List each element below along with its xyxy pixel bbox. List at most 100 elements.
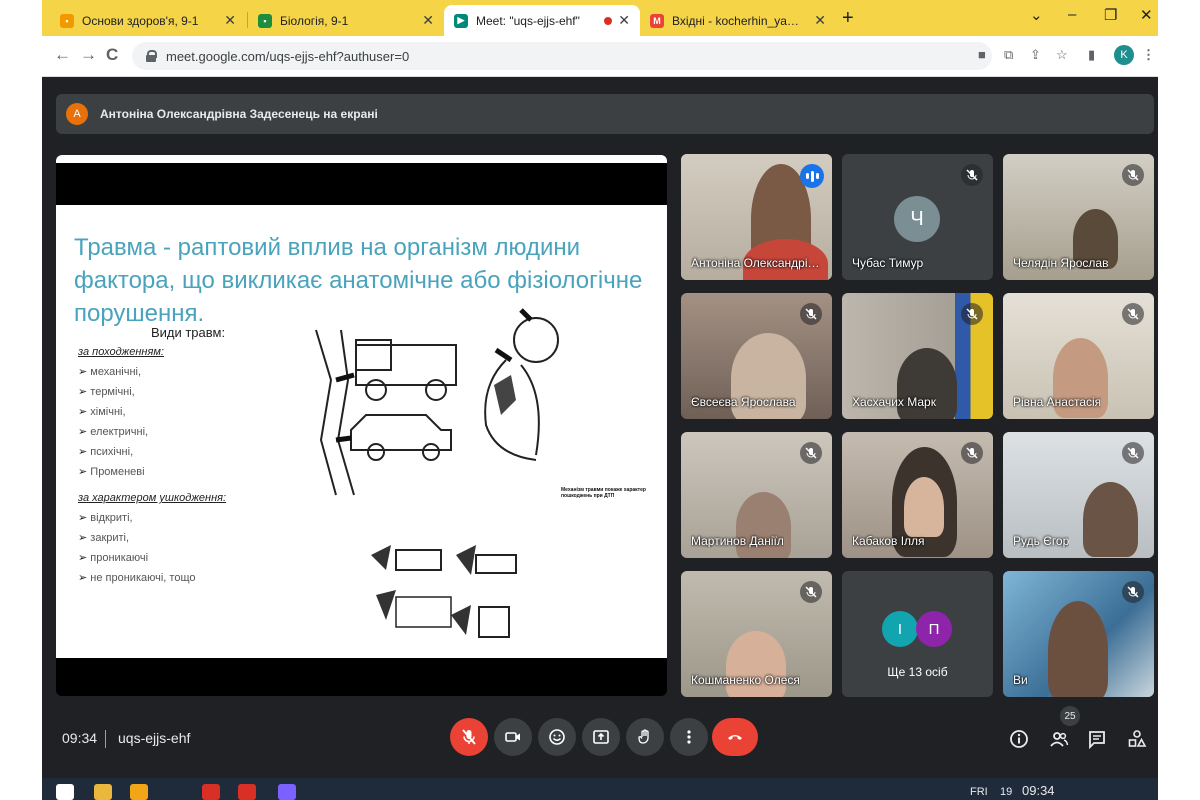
list-item: не проникаючі, тощо <box>78 568 298 588</box>
activities-button[interactable] <box>1126 728 1148 750</box>
taskbar-clock: 09:34 <box>1022 783 1055 798</box>
url-text: meet.google.com/uqs-ejjs-ehf?authuser=0 <box>166 48 410 64</box>
self-view-tile[interactable]: Ви <box>1003 571 1154 697</box>
participant-name: Хасхачих Марк <box>852 395 936 409</box>
classroom-icon: ▪ <box>60 13 74 28</box>
list-item: хімічні, <box>78 402 298 422</box>
list-item: психічні, <box>78 442 298 462</box>
share-icon[interactable]: ⇪ <box>1030 47 1041 63</box>
recording-indicator-icon <box>604 16 613 25</box>
meeting-controls-bar: 09:34 uqs-ejjs-ehf 25 <box>42 706 1158 772</box>
list-item: Променеві <box>78 462 298 482</box>
mic-muted-icon <box>800 442 822 464</box>
menu-kebab-icon[interactable]: ⋮ <box>1142 47 1155 63</box>
tab-close-icon[interactable]: ✕ <box>618 12 630 29</box>
tab-biology[interactable]: ▪ Біологія, 9-1 ✕ <box>248 5 444 36</box>
tab-search-icon[interactable]: ⌄ <box>1030 6 1043 24</box>
tab-gmail[interactable]: M Вхідні - kocherhin_ya@fel.ukr.edu.ua ✕ <box>640 5 836 36</box>
participant-name: Рудь Єгор <box>1013 534 1070 548</box>
mic-muted-icon <box>800 303 822 325</box>
app-icon[interactable] <box>130 784 148 800</box>
hang-up-icon <box>728 735 742 740</box>
tab-close-icon[interactable]: ✕ <box>814 12 826 29</box>
participant-tile[interactable]: Мартинов Даніїл <box>681 432 832 558</box>
classroom-icon: ▪ <box>258 13 272 28</box>
participant-tile[interactable]: Євсеєва Ярослава <box>681 293 832 419</box>
meeting-code: uqs-ejjs-ehf <box>118 730 191 746</box>
more-participants-tile[interactable]: І П Ще 13 осіб <box>842 571 993 697</box>
slide: Травма - раптовий вплив на організм люди… <box>56 205 667 658</box>
participant-tile[interactable]: Рудь Єгор <box>1003 432 1154 558</box>
mic-toggle-button[interactable] <box>450 718 488 756</box>
translate-icon[interactable]: ⧉ <box>1004 47 1013 63</box>
meet-icon: ▶ <box>454 13 468 28</box>
people-icon <box>1050 732 1069 747</box>
raise-hand-button[interactable] <box>626 718 664 756</box>
restore-button[interactable]: ❐ <box>1104 6 1117 24</box>
sidepanel-icon[interactable]: ▮ <box>1088 47 1095 63</box>
lock-icon <box>146 50 157 62</box>
minimize-button[interactable]: – <box>1068 6 1076 23</box>
tab-health[interactable]: ▪ Основи здоров'я, 9-1 ✕ <box>50 5 246 36</box>
reload-icon[interactable]: C <box>106 45 118 65</box>
mic-muted-icon <box>1122 442 1144 464</box>
address-bar[interactable]: meet.google.com/uqs-ejjs-ehf?authuser=0 <box>132 42 992 70</box>
presenting-banner: A Антоніна Олександрівна Задесенець на е… <box>56 94 1154 134</box>
back-icon[interactable]: ← <box>54 45 71 65</box>
tab-title: Основи здоров'я, 9-1 <box>82 13 199 28</box>
tab-close-icon[interactable]: ✕ <box>224 12 236 29</box>
tab-meet[interactable]: ▶ Meet: "uqs-ejjs-ehf" ✕ <box>444 5 640 36</box>
leave-call-button[interactable] <box>712 718 758 756</box>
participant-tile[interactable]: Кабаков Ілля <box>842 432 993 558</box>
folder-icon[interactable] <box>94 784 112 800</box>
mic-muted-icon <box>1122 303 1144 325</box>
os-taskbar: FRI 19 09:34 <box>42 778 1158 800</box>
accident-scheme-illustration <box>371 545 517 638</box>
shapes-icon <box>1128 730 1147 747</box>
body-injury-illustration <box>484 308 559 461</box>
browser-window: ▪ Основи здоров'я, 9-1 ✕ ▪ Біологія, 9-1… <box>42 0 1158 800</box>
camera-icon <box>505 732 520 742</box>
chrome-icon[interactable] <box>202 784 220 800</box>
tab-title: Біологія, 9-1 <box>280 13 349 28</box>
chat-button[interactable] <box>1086 728 1108 750</box>
participant-name: Рівна Анастасія <box>1013 395 1102 409</box>
speaking-indicator-icon <box>800 164 824 188</box>
chrome-icon[interactable] <box>238 784 256 800</box>
participant-tile[interactable]: Антоніна Олександрівна <box>681 154 832 280</box>
list-item: механічні, <box>78 362 298 382</box>
tab-close-icon[interactable]: ✕ <box>422 12 434 29</box>
meeting-time: 09:34 <box>62 730 98 746</box>
viber-icon[interactable] <box>278 784 296 800</box>
close-window-button[interactable]: ✕ <box>1140 6 1153 24</box>
tab-title: Вхідні - kocherhin_ya@fel.ukr.edu.ua <box>672 13 808 28</box>
participant-tile[interactable]: Ч Чубас Тимур <box>842 154 993 280</box>
camera-toggle-button[interactable] <box>494 718 532 756</box>
participants-button[interactable] <box>1048 728 1070 750</box>
start-icon[interactable] <box>56 784 74 800</box>
list-item: електричні, <box>78 422 298 442</box>
participant-name: Чубас Тимур <box>852 256 924 270</box>
taskbar-date: 19 <box>1000 786 1013 798</box>
forward-icon[interactable]: → <box>80 45 97 65</box>
injury-types-list: Види травм: за походженням: механічні, т… <box>78 325 298 588</box>
participant-name: Кошманенко Олеся <box>691 673 800 687</box>
camera-in-use-icon[interactable]: ■ <box>978 47 986 62</box>
tab-strip: ▪ Основи здоров'я, 9-1 ✕ ▪ Біологія, 9-1… <box>42 0 1158 36</box>
bookmark-star-icon[interactable]: ☆ <box>1056 47 1068 63</box>
participant-tile[interactable]: Хасхачих Марк <box>842 293 993 419</box>
new-tab-button[interactable]: + <box>842 7 854 30</box>
meeting-details-button[interactable] <box>1008 728 1030 750</box>
profile-avatar[interactable]: K <box>1114 45 1134 65</box>
gmail-icon: M <box>650 13 664 28</box>
present-screen-button[interactable] <box>582 718 620 756</box>
reactions-button[interactable] <box>538 718 576 756</box>
participant-avatar: Ч <box>894 196 940 242</box>
list-item: закриті, <box>78 528 298 548</box>
participant-name: Ви <box>1013 673 1028 687</box>
participant-tile[interactable]: Челядін Ярослав <box>1003 154 1154 280</box>
participant-tile[interactable]: Кошманенко Олеся <box>681 571 832 697</box>
participant-tile[interactable]: Рівна Анастасія <box>1003 293 1154 419</box>
more-options-button[interactable] <box>670 718 708 756</box>
presenting-text: Антоніна Олександрівна Задесенець на екр… <box>100 107 378 121</box>
